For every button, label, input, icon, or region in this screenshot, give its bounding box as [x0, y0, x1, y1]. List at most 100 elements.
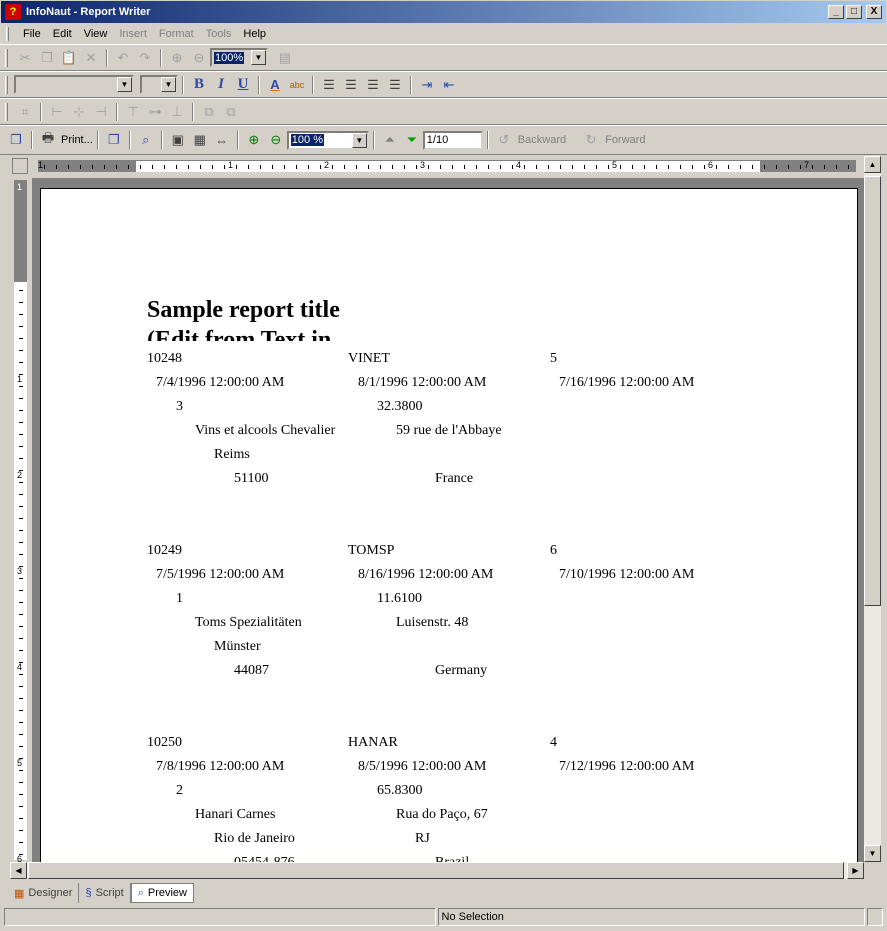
- close-button[interactable]: X: [866, 5, 882, 19]
- scroll-up-icon[interactable]: ▲: [864, 156, 881, 173]
- tab-script[interactable]: § Script: [79, 883, 131, 903]
- forward-icon[interactable]: ↻: [580, 129, 602, 151]
- printer-icon[interactable]: 🖶: [37, 129, 59, 151]
- align-rights-icon[interactable]: ⊣: [90, 101, 112, 123]
- field-order-id: 10248: [147, 351, 182, 366]
- paste-icon[interactable]: 📋: [58, 47, 80, 69]
- preview-zoom-select[interactable]: 100 % ▼: [286, 130, 369, 150]
- align-tops-icon[interactable]: ⊤: [122, 101, 144, 123]
- ruler-tick: [668, 165, 669, 169]
- ruler-tick: [824, 165, 825, 169]
- align-middles-icon[interactable]: ⊶: [144, 101, 166, 123]
- bring-front-icon[interactable]: ⧉: [198, 101, 220, 123]
- print-button[interactable]: Print...: [61, 134, 93, 146]
- multi-page-icon[interactable]: ▦: [189, 129, 211, 151]
- font-name-select[interactable]: ▼: [14, 75, 134, 94]
- previous-page-icon[interactable]: ⏶: [379, 129, 401, 151]
- menu-file[interactable]: File: [17, 28, 47, 40]
- field-freight: 32.3800: [377, 399, 423, 414]
- single-page-icon[interactable]: ▣: [167, 129, 189, 151]
- menu-view[interactable]: View: [78, 28, 114, 40]
- scroll-down-icon[interactable]: ▼: [864, 845, 881, 862]
- toolbar-grip[interactable]: [5, 75, 8, 94]
- align-justify-icon[interactable]: ☰: [384, 74, 406, 96]
- horizontal-scrollbar[interactable]: ◀ ▶: [10, 862, 864, 879]
- tab-label: Designer: [28, 887, 73, 899]
- horizontal-ruler: 1 1 2 3 4 5 6 7: [38, 160, 856, 172]
- field-employee: 4: [550, 735, 557, 750]
- vertical-scrollbar[interactable]: ▲ ▼: [864, 156, 881, 862]
- zoom-out-icon[interactable]: ⊖: [188, 47, 210, 69]
- field-ship-country: Brazil: [435, 855, 469, 862]
- font-size-select[interactable]: ▼: [140, 75, 178, 94]
- scroll-right-icon[interactable]: ▶: [847, 862, 864, 879]
- italic-button[interactable]: I: [210, 74, 232, 96]
- copy-icon[interactable]: ❐: [36, 47, 58, 69]
- align-left-icon[interactable]: ☰: [318, 74, 340, 96]
- ruler-tick: [644, 165, 645, 169]
- toolbar-grip[interactable]: [5, 102, 8, 121]
- outdent-icon[interactable]: ⇤: [438, 74, 460, 96]
- ruler-tick: [19, 326, 23, 327]
- menu-tools[interactable]: Tools: [200, 28, 238, 40]
- page-number-input[interactable]: 1/10: [422, 130, 483, 150]
- snap-grid-icon[interactable]: ⌗: [14, 101, 36, 123]
- minimize-button[interactable]: _: [828, 5, 844, 19]
- menu-grip[interactable]: [6, 27, 9, 41]
- bold-button[interactable]: B: [188, 74, 210, 96]
- underline-button[interactable]: U: [232, 74, 254, 96]
- chevron-down-icon[interactable]: ▼: [351, 132, 367, 148]
- scroll-left-icon[interactable]: ◀: [10, 862, 27, 879]
- backward-icon[interactable]: ↺: [493, 129, 515, 151]
- vertical-scroll-thumb[interactable]: [864, 176, 881, 606]
- chevron-down-icon[interactable]: ▼: [161, 77, 176, 92]
- ruler-tick: [368, 165, 369, 169]
- forward-button[interactable]: Forward: [605, 134, 645, 146]
- spellcheck-icon[interactable]: abc: [286, 74, 308, 96]
- menu-help[interactable]: Help: [237, 28, 272, 40]
- field-employee: 5: [550, 351, 557, 366]
- toolbar-grip[interactable]: [5, 48, 8, 67]
- report-title[interactable]: Sample report title (Edit from Text in: [147, 295, 387, 341]
- ruler-tick: [152, 165, 153, 169]
- page-width-icon[interactable]: ⇔: [211, 129, 233, 151]
- redo-icon[interactable]: ↷: [134, 47, 156, 69]
- copy-page-icon[interactable]: ❐: [5, 129, 27, 151]
- tab-preview[interactable]: ⌕ Preview: [130, 883, 194, 903]
- zoom-in-icon[interactable]: ⊕: [166, 47, 188, 69]
- chevron-down-icon[interactable]: ▼: [251, 50, 266, 65]
- horizontal-scroll-thumb[interactable]: [28, 862, 844, 879]
- preview-area[interactable]: Sample report title (Edit from Text in 1…: [32, 178, 864, 862]
- next-page-icon[interactable]: ⏷: [401, 129, 423, 151]
- align-center-icon[interactable]: ☰: [340, 74, 362, 96]
- design-zoom-select[interactable]: 100% ▼: [210, 48, 268, 67]
- delete-icon[interactable]: ✕: [80, 47, 102, 69]
- chevron-down-icon[interactable]: ▼: [117, 77, 132, 92]
- cut-icon[interactable]: ✂: [14, 47, 36, 69]
- menu-format[interactable]: Format: [153, 28, 200, 40]
- tab-designer[interactable]: ▦ Designer: [8, 883, 80, 903]
- ruler-tick: [19, 542, 23, 543]
- menu-insert[interactable]: Insert: [113, 28, 153, 40]
- size-grip[interactable]: [867, 908, 883, 926]
- align-centers-icon[interactable]: ⊹: [68, 101, 90, 123]
- menu-edit[interactable]: Edit: [47, 28, 78, 40]
- align-bottoms-icon[interactable]: ⊥: [166, 101, 188, 123]
- find-icon[interactable]: ⌕: [135, 129, 157, 151]
- backward-button[interactable]: Backward: [518, 134, 566, 146]
- export-icon[interactable]: ❐: [103, 129, 125, 151]
- undo-icon[interactable]: ↶: [112, 47, 134, 69]
- page-setup-icon[interactable]: ▤: [274, 47, 296, 69]
- ruler-tick: [740, 165, 741, 169]
- zoom-in-icon[interactable]: ⊕: [243, 129, 265, 151]
- indent-icon[interactable]: ⇥: [416, 74, 438, 96]
- zoom-out-icon[interactable]: ⊖: [265, 129, 287, 151]
- ruler-tick: [19, 806, 23, 807]
- maximize-button[interactable]: □: [846, 5, 862, 19]
- align-lefts-icon[interactable]: ⊢: [46, 101, 68, 123]
- app-help-icon[interactable]: ?: [5, 4, 21, 20]
- align-right-icon[interactable]: ☰: [362, 74, 384, 96]
- ruler-tick: [776, 165, 777, 169]
- send-back-icon[interactable]: ⧉: [220, 101, 242, 123]
- font-color-icon[interactable]: A: [264, 74, 286, 96]
